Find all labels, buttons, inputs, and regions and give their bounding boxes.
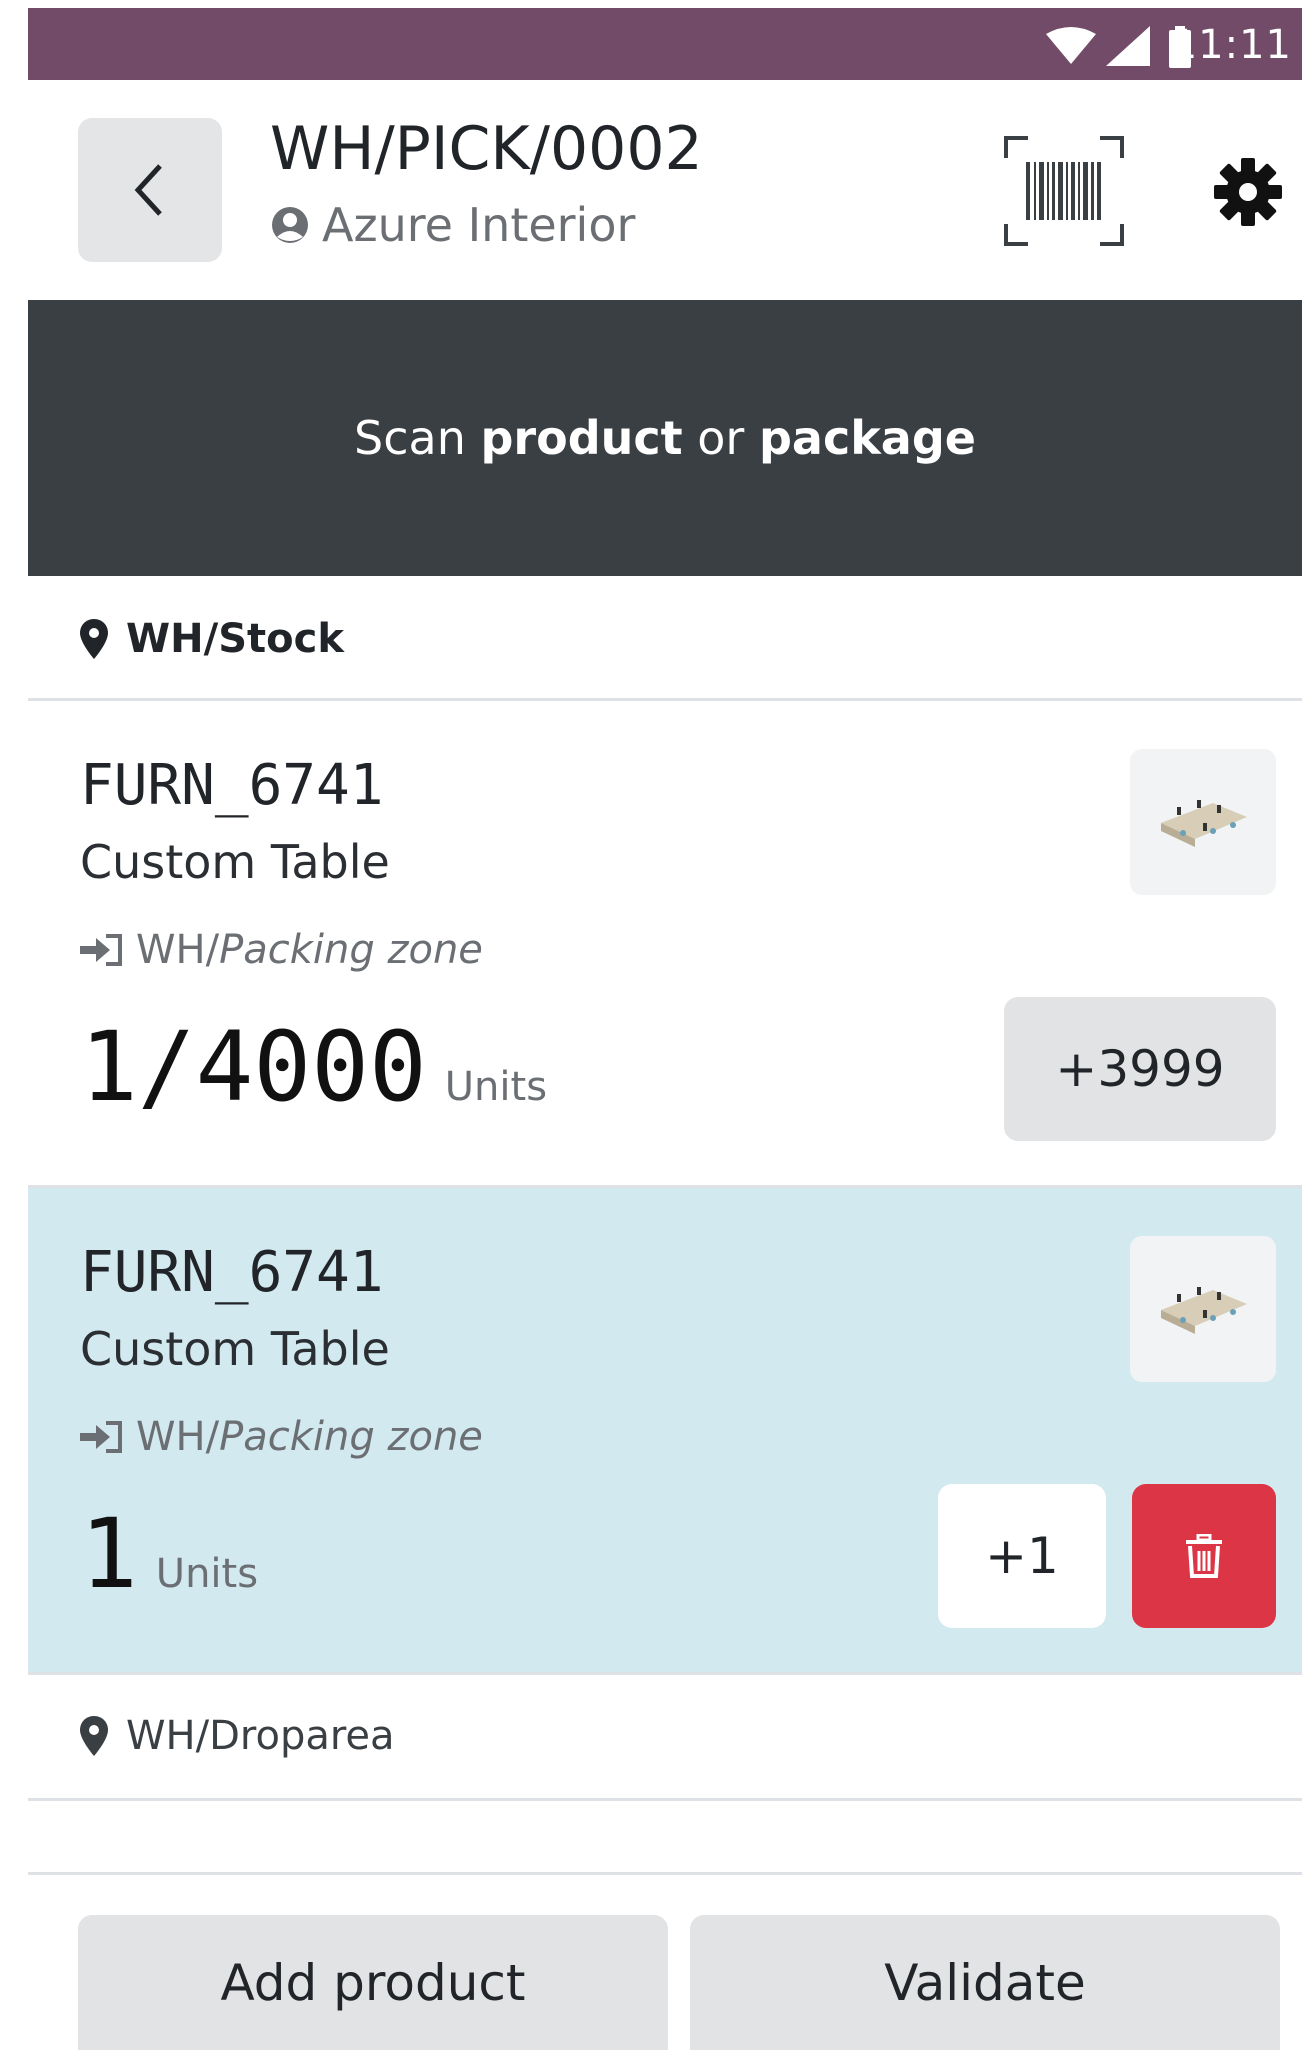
sign-in-icon bbox=[80, 934, 122, 966]
scan-product-word: product bbox=[480, 411, 683, 465]
gear-icon bbox=[1214, 158, 1282, 226]
destination-zone: Packing zone bbox=[219, 1414, 483, 1460]
status-clock: 11:11 bbox=[1171, 22, 1292, 68]
wifi-icon bbox=[1046, 27, 1096, 64]
map-marker-icon bbox=[80, 1716, 108, 1756]
increment-button[interactable]: +1 bbox=[938, 1484, 1106, 1628]
fill-quantity-button[interactable]: +3999 bbox=[1004, 997, 1276, 1141]
desk-image bbox=[1161, 800, 1247, 847]
move-line-selected[interactable]: FURN_6741 Custom Table WH/Packing zone 1… bbox=[28, 1188, 1302, 1672]
product-thumbnail bbox=[1130, 1236, 1276, 1382]
quantity: 1 Units bbox=[80, 1498, 258, 1610]
product-code: FURN_6741 bbox=[80, 1240, 384, 1305]
validate-button[interactable]: Validate bbox=[690, 1915, 1280, 2050]
barcode-icon bbox=[1004, 136, 1124, 246]
move-line[interactable]: FURN_6741 Custom Table WH/Packing zone 1… bbox=[28, 701, 1302, 1185]
product-name: Custom Table bbox=[80, 1322, 390, 1376]
scan-instruction-banner: Scan product or package bbox=[28, 300, 1302, 576]
location-name: WH/Stock bbox=[126, 616, 344, 662]
scan-middle: or bbox=[682, 411, 759, 465]
quantity-value: 1/4000 bbox=[80, 1011, 427, 1123]
destination-line: WH/Packing zone bbox=[80, 927, 483, 973]
status-bar: 11:11 bbox=[28, 8, 1302, 80]
page-title: WH/PICK/0002 bbox=[270, 114, 703, 184]
location-header-droparea[interactable]: WH/Droparea bbox=[28, 1675, 1302, 1797]
signal-icon bbox=[1106, 26, 1150, 66]
map-marker-icon bbox=[80, 619, 108, 659]
add-product-button[interactable]: Add product bbox=[78, 1915, 668, 2050]
footer-action-bar: Add product Validate bbox=[28, 1872, 1302, 2050]
scan-prefix: Scan bbox=[354, 411, 481, 465]
quantity-value: 1 bbox=[80, 1498, 138, 1610]
destination-line: WH/Packing zone bbox=[80, 1414, 483, 1460]
location-name: WH/Droparea bbox=[126, 1713, 395, 1759]
divider bbox=[28, 1798, 1302, 1801]
product-thumbnail bbox=[1130, 749, 1276, 895]
scan-package-word: package bbox=[758, 411, 976, 465]
quantity-unit: Units bbox=[444, 1064, 548, 1110]
location-header-stock[interactable]: WH/Stock bbox=[28, 578, 1302, 700]
destination-prefix: WH/ bbox=[136, 1414, 220, 1460]
partner-line: Azure Interior bbox=[270, 198, 635, 252]
trash-icon bbox=[1186, 1534, 1222, 1578]
product-code: FURN_6741 bbox=[80, 753, 384, 818]
sign-in-icon bbox=[80, 1421, 122, 1453]
delete-line-button[interactable] bbox=[1132, 1484, 1276, 1628]
destination-prefix: WH/ bbox=[136, 927, 220, 973]
quantity-unit: Units bbox=[155, 1551, 259, 1597]
desk-image bbox=[1161, 1287, 1247, 1334]
quantity: 1/4000 Units bbox=[80, 1011, 547, 1123]
destination-zone: Packing zone bbox=[219, 927, 483, 973]
back-button[interactable] bbox=[78, 118, 222, 262]
barcode-scan-button[interactable] bbox=[1004, 136, 1124, 246]
product-name: Custom Table bbox=[80, 835, 390, 889]
partner-name: Azure Interior bbox=[322, 198, 636, 252]
chevron-left-icon bbox=[134, 164, 162, 216]
settings-button[interactable] bbox=[1210, 154, 1286, 230]
user-circle-icon bbox=[272, 207, 308, 243]
